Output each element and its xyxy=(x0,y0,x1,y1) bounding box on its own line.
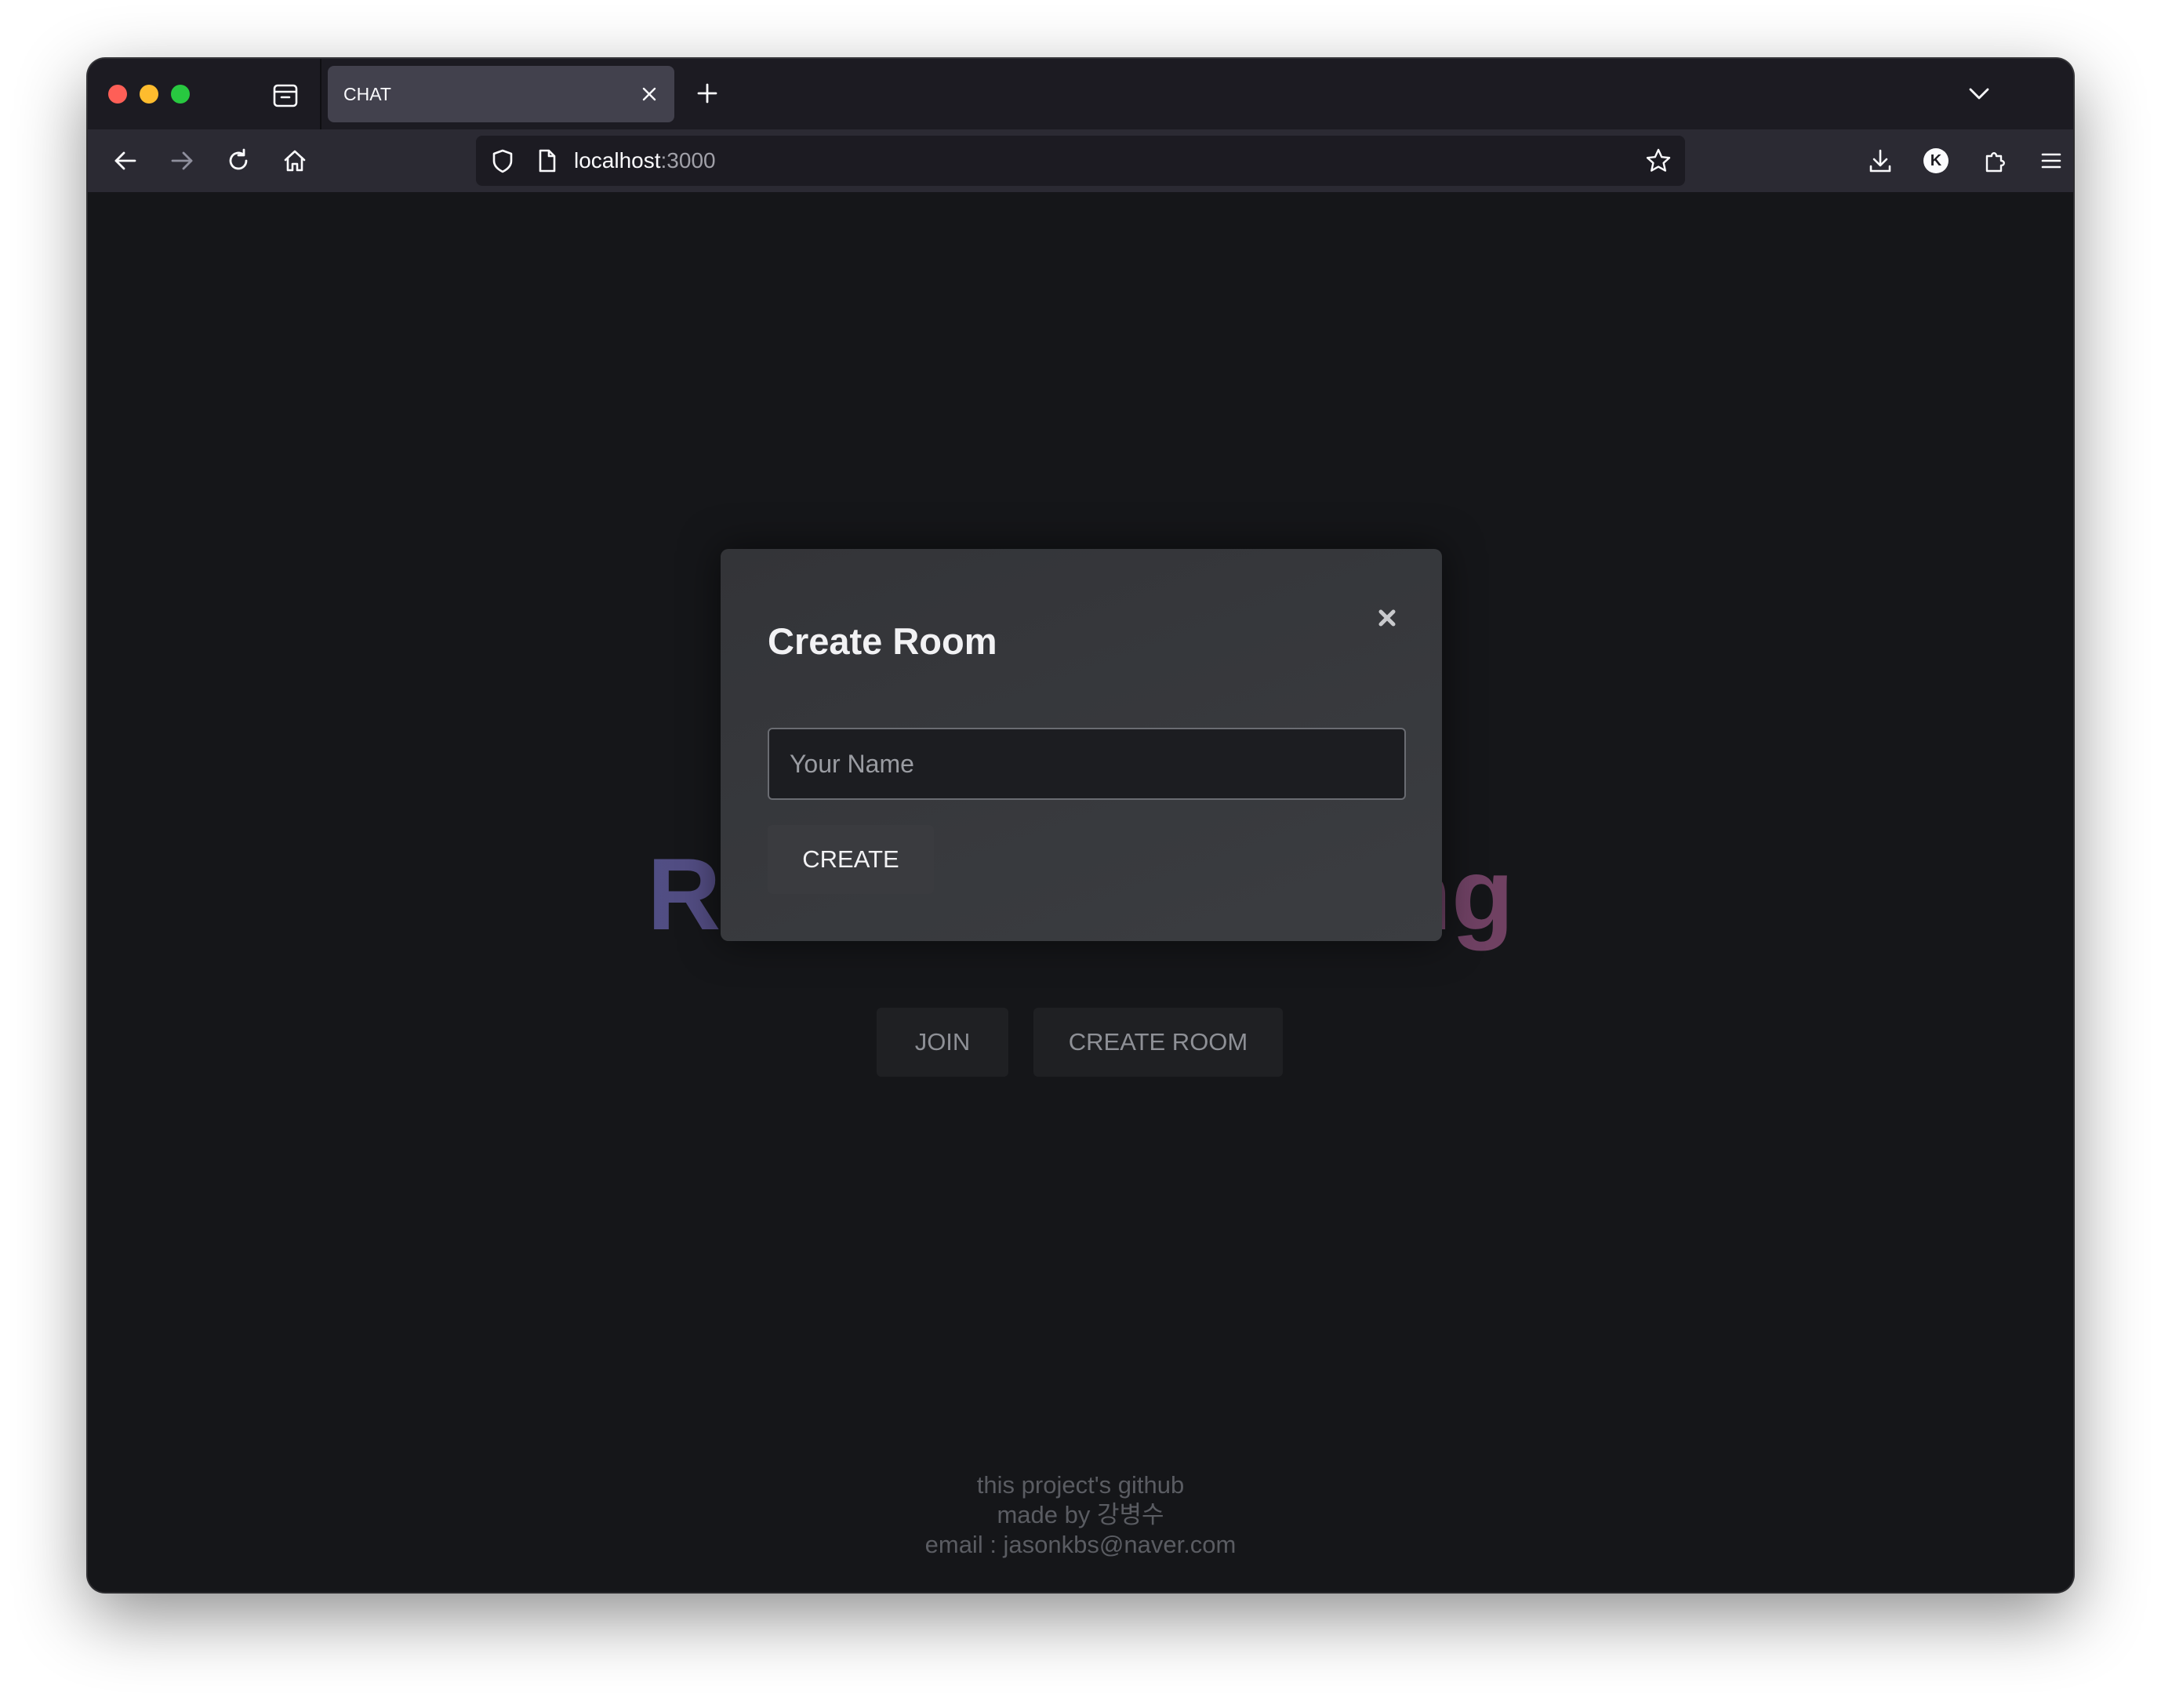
create-button[interactable]: CREATE xyxy=(768,825,934,894)
browser-window: CHAT localhost:3000 K JOIN CREATE ROOM t… xyxy=(88,59,2073,1592)
tab-close-icon[interactable] xyxy=(635,80,663,108)
star-bookmark-icon[interactable] xyxy=(1643,145,1674,176)
home-icon[interactable] xyxy=(279,145,311,176)
url-text[interactable]: localhost:3000 xyxy=(574,136,716,186)
new-tab-icon[interactable] xyxy=(692,78,723,109)
page-content: Realtime Chatting JOIN CREATE ROOM this … xyxy=(88,192,2073,1592)
tab-chat[interactable]: CHAT xyxy=(328,66,674,122)
create-room-button[interactable]: CREATE ROOM xyxy=(1033,1008,1283,1077)
maximize-window-button[interactable] xyxy=(171,85,190,104)
modal-title: Create Room xyxy=(768,620,997,662)
author-email: email : jasonkbs@naver.com xyxy=(924,1531,1237,1558)
tab-separator xyxy=(320,59,321,129)
download-icon[interactable] xyxy=(1865,145,1896,176)
url-port: :3000 xyxy=(660,148,716,173)
tab-title: CHAT xyxy=(343,84,391,104)
author-credit: made by 강병수 xyxy=(997,1501,1164,1528)
reload-icon[interactable] xyxy=(223,145,254,176)
navigation-bar: localhost:3000 K xyxy=(88,129,2073,192)
profile-avatar[interactable]: K xyxy=(1923,148,1949,173)
minimize-window-button[interactable] xyxy=(140,85,158,104)
join-button[interactable]: JOIN xyxy=(877,1008,1008,1077)
page-icon[interactable] xyxy=(531,145,562,176)
chevron-down-icon[interactable] xyxy=(1963,78,1995,109)
shield-icon[interactable] xyxy=(487,145,518,176)
menu-hamburger-icon[interactable] xyxy=(2036,145,2067,176)
extensions-puzzle-icon[interactable] xyxy=(1979,145,2010,176)
create-room-modal: Create Room CREATE xyxy=(721,549,1442,941)
back-arrow-icon[interactable] xyxy=(110,145,141,176)
github-link[interactable]: this project's github xyxy=(88,1470,2073,1500)
close-window-button[interactable] xyxy=(108,85,127,104)
address-bar[interactable]: localhost:3000 xyxy=(476,136,1685,186)
tab-overview-icon[interactable] xyxy=(270,79,301,111)
tab-bar: CHAT xyxy=(88,59,2073,129)
close-icon[interactable] xyxy=(1371,602,1403,634)
forward-arrow-icon[interactable] xyxy=(166,145,198,176)
name-input[interactable] xyxy=(768,728,1406,800)
footer: this project's github made by 강병수 email … xyxy=(88,1470,2073,1560)
url-host: localhost xyxy=(574,148,661,173)
